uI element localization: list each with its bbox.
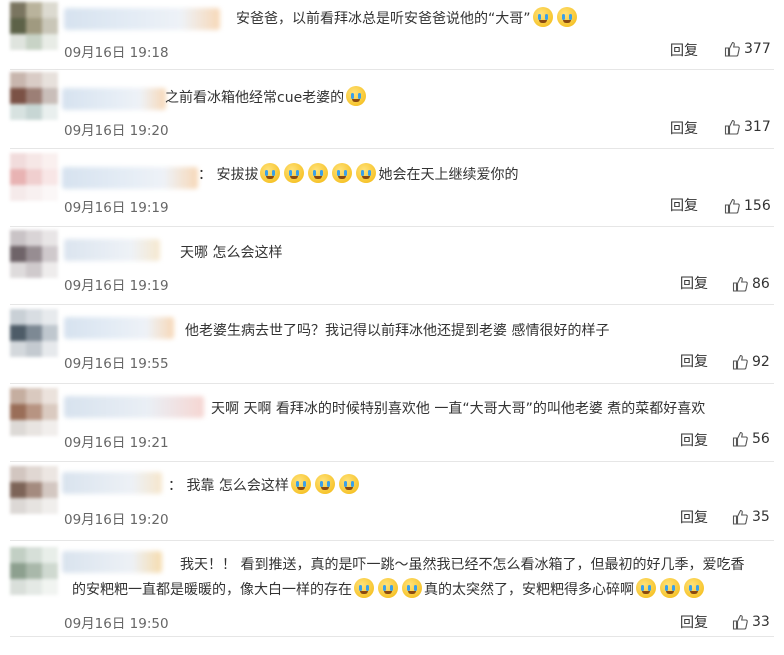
- comment-text: 天啊 天啊 看拜冰的时候特别喜欢他 一直“大哥大哥”的叫他老婆 煮的菜都好喜欢: [211, 401, 706, 417]
- crying-face-emoji: [284, 163, 305, 183]
- crying-face-emoji: [354, 578, 374, 598]
- username-blurred[interactable]: [62, 551, 162, 573]
- comment-time: 09月16日 19:21: [64, 435, 169, 451]
- crying-face-emoji: [402, 578, 422, 598]
- crying-face-emoji: [260, 163, 281, 183]
- thumbs-up-icon: [732, 614, 748, 630]
- username-blurred[interactable]: [64, 239, 160, 261]
- reply-button[interactable]: 回复: [680, 430, 708, 450]
- divider: [10, 636, 774, 637]
- comment-time: 09月16日 19:19: [64, 278, 169, 294]
- like-count: 92: [752, 354, 770, 370]
- like-count: 33: [752, 614, 770, 630]
- like-count: 377: [744, 41, 771, 57]
- crying-face-emoji: [338, 474, 359, 494]
- crying-face-emoji: [660, 578, 680, 598]
- crying-face-emoji: [290, 474, 311, 494]
- reply-button[interactable]: 回复: [670, 118, 698, 138]
- crying-face-emoji: [532, 7, 553, 27]
- like-button[interactable]: 86: [732, 276, 770, 292]
- reply-button[interactable]: 回复: [680, 507, 708, 527]
- username-blurred[interactable]: [64, 8, 220, 30]
- like-button[interactable]: 317: [724, 119, 771, 135]
- comment-text: ： 我靠 怎么会这样: [168, 474, 361, 498]
- crying-face-emoji: [332, 163, 353, 183]
- thumbs-up-icon: [724, 41, 740, 57]
- avatar[interactable]: [10, 153, 58, 201]
- like-count: 56: [752, 431, 770, 447]
- crying-face-emoji: [346, 86, 367, 106]
- avatar[interactable]: [10, 230, 58, 278]
- comment-time: 09月16日 19:18: [64, 45, 169, 61]
- comment-text: 他老婆生病去世了吗？我记得以前拜冰他还提到老婆 感情很好的样子: [185, 323, 610, 339]
- comment-item: ： 安拔拔 她会在天上继续爱你的 09月16日 19:19 回复 156: [10, 149, 784, 226]
- username-blurred[interactable]: [64, 317, 174, 339]
- comment-item: 之前看冰箱他经常cue老婆的 09月16日 19:20 回复 317: [10, 70, 784, 148]
- comment-item: 我天！！ 看到推送，真的是吓一跳～虽然我已经不怎么看冰箱了，但最初的好几季，爱吃…: [10, 541, 784, 641]
- avatar[interactable]: [10, 309, 58, 357]
- crying-face-emoji: [314, 474, 335, 494]
- avatar[interactable]: [10, 466, 58, 514]
- like-count: 156: [744, 198, 771, 214]
- avatar[interactable]: [10, 2, 58, 50]
- crying-face-emoji: [636, 578, 656, 598]
- like-button[interactable]: 92: [732, 354, 770, 370]
- thumbs-up-icon: [732, 354, 748, 370]
- comment-text: 我天！！ 看到推送，真的是吓一跳～虽然我已经不怎么看冰箱了，但最初的好几季，爱吃…: [180, 557, 745, 573]
- crying-face-emoji: [378, 578, 398, 598]
- username-blurred[interactable]: [62, 472, 162, 494]
- crying-face-emoji: [556, 7, 577, 27]
- thumbs-up-icon: [732, 509, 748, 525]
- thumbs-up-icon: [724, 198, 740, 214]
- like-button[interactable]: 33: [732, 614, 770, 630]
- like-count: 35: [752, 509, 770, 525]
- crying-face-emoji: [356, 163, 377, 183]
- reply-button[interactable]: 回复: [680, 612, 708, 632]
- crying-face-emoji: [684, 578, 704, 598]
- reply-button[interactable]: 回复: [680, 273, 708, 293]
- comment-item: 他老婆生病去世了吗？我记得以前拜冰他还提到老婆 感情很好的样子 09月16日 1…: [10, 305, 784, 383]
- comment-time: 09月16日 19:55: [64, 356, 169, 372]
- comment-item: 天哪 怎么会这样 09月16日 19:19 回复 86: [10, 227, 784, 304]
- reply-button[interactable]: 回复: [670, 195, 698, 215]
- username-blurred[interactable]: [64, 396, 204, 418]
- comment-time: 09月16日 19:19: [64, 200, 169, 216]
- avatar[interactable]: [10, 72, 58, 120]
- comment-time: 09月16日 19:20: [64, 512, 169, 528]
- avatar[interactable]: [10, 547, 58, 595]
- thumbs-up-icon: [732, 431, 748, 447]
- comment-text-line2: 的安粑粑一直都是暖暖的，像大白一样的存在 真的太突然了，安粑粑得多心碎啊: [72, 578, 784, 602]
- comment-time: 09月16日 19:20: [64, 123, 169, 139]
- comment-text: 之前看冰箱他经常cue老婆的: [165, 86, 368, 110]
- comment-item: ： 我靠 怎么会这样 09月16日 19:20 回复 35: [10, 462, 784, 540]
- reply-button[interactable]: 回复: [670, 40, 698, 60]
- like-count: 86: [752, 276, 770, 292]
- comment-time: 09月16日 19:50: [64, 616, 169, 632]
- like-button[interactable]: 377: [724, 41, 771, 57]
- comment-text: 安爸爸，以前看拜冰总是听安爸爸说他的“大哥”: [236, 7, 579, 31]
- comment-text: ： 安拔拔 她会在天上继续爱你的: [198, 163, 518, 187]
- like-count: 317: [744, 119, 771, 135]
- like-button[interactable]: 56: [732, 431, 770, 447]
- avatar[interactable]: [10, 388, 58, 436]
- username-blurred[interactable]: [62, 167, 198, 189]
- comment-text: 天哪 怎么会这样: [180, 245, 283, 261]
- username-blurred[interactable]: [62, 88, 166, 110]
- thumbs-up-icon: [724, 119, 740, 135]
- thumbs-up-icon: [732, 276, 748, 292]
- reply-button[interactable]: 回复: [680, 351, 708, 371]
- comment-item: 天啊 天啊 看拜冰的时候特别喜欢他 一直“大哥大哥”的叫他老婆 煮的菜都好喜欢 …: [10, 384, 784, 461]
- comment-item: 安爸爸，以前看拜冰总是听安爸爸说他的“大哥” 09月16日 19:18 回复 3…: [10, 0, 784, 70]
- like-button[interactable]: 156: [724, 198, 771, 214]
- crying-face-emoji: [308, 163, 329, 183]
- like-button[interactable]: 35: [732, 509, 770, 525]
